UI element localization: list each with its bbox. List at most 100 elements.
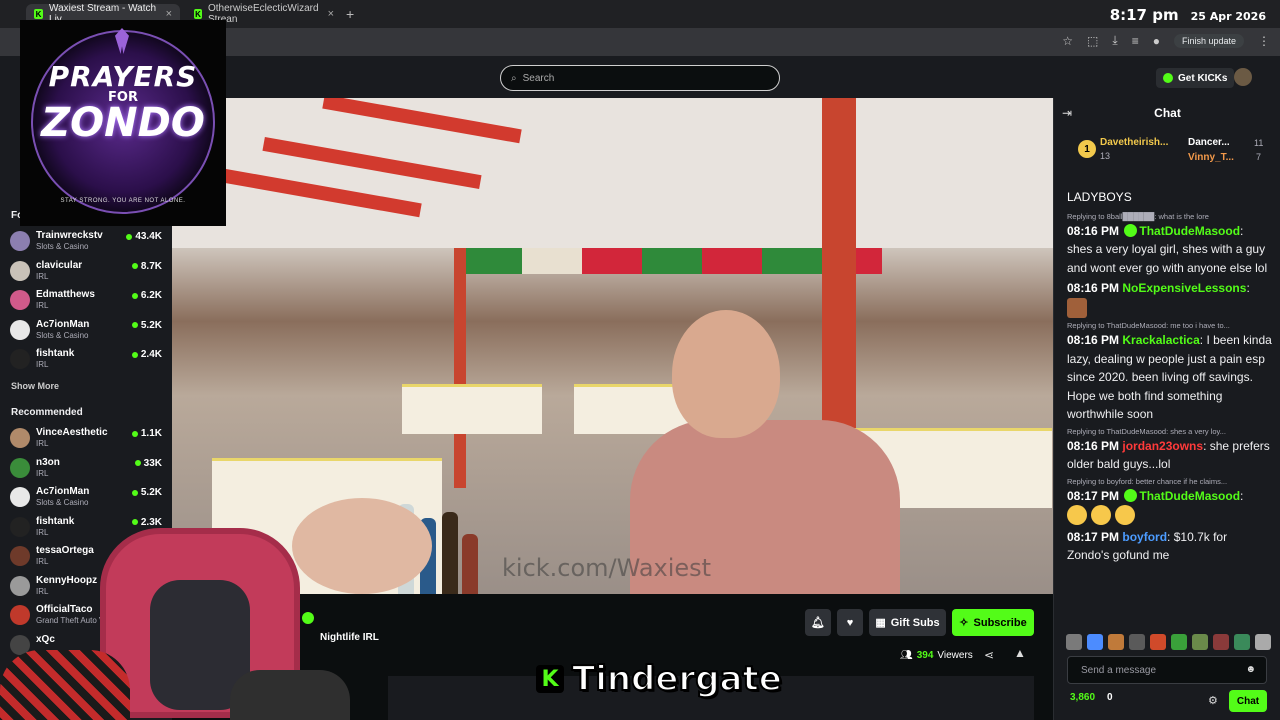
sidebar-channel-item[interactable]: VinceAesthetic IRL 1.1K bbox=[10, 426, 162, 452]
video-decor bbox=[454, 248, 466, 488]
channel-points[interactable]: 3,860 bbox=[1070, 692, 1095, 703]
sidebar-channel-item[interactable]: Ac7ionMan Slots & Casino 5.2K bbox=[10, 485, 162, 511]
video-decor bbox=[672, 310, 780, 438]
chat-username[interactable]: NoExpensiveLessons bbox=[1122, 281, 1246, 295]
stream-caption: K Tindergate bbox=[536, 658, 783, 700]
gifter-count: 13 bbox=[1100, 151, 1111, 161]
sidebar-channel-item[interactable]: fishtank IRL 2.4K bbox=[10, 347, 162, 373]
menu-kebab-icon[interactable]: ⋮ bbox=[1258, 34, 1270, 48]
gifter-count: 11 bbox=[1254, 138, 1264, 148]
chat-message: Replying to ThatDudeMasood: me too i hav… bbox=[1067, 321, 1272, 421]
gifter-name[interactable]: Dancer... bbox=[1188, 137, 1230, 148]
gift-icon: ▦ bbox=[875, 617, 886, 629]
star-icon: ✧ bbox=[959, 617, 969, 629]
profile-icon[interactable]: ● bbox=[1153, 34, 1160, 48]
channel-name: fishtank bbox=[36, 348, 75, 359]
recommended-heading: Recommended bbox=[11, 407, 83, 418]
download-icon[interactable]: ⤓ bbox=[1112, 33, 1117, 48]
gifter-name[interactable]: Vinny_T... bbox=[1188, 152, 1234, 163]
notifications-bell-button[interactable]: 🔔︎ bbox=[805, 609, 831, 636]
message-time: 08:16 PM bbox=[1067, 281, 1120, 295]
close-tab-icon[interactable]: × bbox=[166, 8, 172, 20]
search-input[interactable]: ⌕ Search bbox=[500, 65, 780, 91]
video-person bbox=[630, 310, 900, 594]
sidebar-channel-item[interactable]: clavicular IRL 8.7K bbox=[10, 259, 162, 285]
gifter-name[interactable]: Davetheirish... bbox=[1100, 137, 1168, 148]
chat-username[interactable]: ThatDudeMasood bbox=[1139, 489, 1240, 503]
extensions-icon[interactable]: ⬚ bbox=[1087, 34, 1098, 48]
chat-username[interactable]: boyford bbox=[1122, 530, 1167, 544]
close-tab-icon[interactable]: × bbox=[328, 8, 334, 20]
plaid-shirt bbox=[0, 650, 130, 720]
kicks-coin-icon bbox=[1163, 73, 1173, 83]
caption-text: Tindergate bbox=[571, 658, 783, 700]
kicks-balance[interactable]: 0 bbox=[1107, 692, 1113, 703]
get-kicks-button[interactable]: Get KICKs bbox=[1156, 68, 1235, 88]
send-message-placeholder: Send a message bbox=[1081, 664, 1157, 676]
laughing-emote-icon bbox=[1115, 505, 1135, 525]
channel-category: IRL bbox=[36, 301, 49, 310]
emote-bar bbox=[1066, 634, 1271, 650]
browser-toolbar: ☆ ⬚ ⤓ ≡ ● Finish update ⋮ bbox=[1062, 33, 1270, 48]
reply-context: Replying to 8ball██████: what is the lor… bbox=[1067, 211, 1209, 221]
streamer-webcam bbox=[0, 520, 360, 720]
message-time: 08:17 PM bbox=[1067, 529, 1120, 544]
channel-name: Trainwreckstv bbox=[36, 230, 103, 241]
user-avatar[interactable] bbox=[1234, 68, 1252, 86]
chat-message: Replying to 8ball██████: what is the lor… bbox=[1067, 211, 1272, 278]
chat-username[interactable]: ThatDudeMasood bbox=[1139, 224, 1240, 238]
channel-viewers: 1.1K bbox=[132, 428, 162, 439]
gift-subs-button[interactable]: ▦ Gift Subs bbox=[869, 609, 946, 636]
sidebar-channel-item[interactable]: Edmatthews IRL 6.2K bbox=[10, 288, 162, 314]
channel-avatar bbox=[10, 457, 30, 478]
message-time: 08:16 PM bbox=[1067, 438, 1120, 453]
sidebar-channel-item[interactable]: Ac7ionMan Slots & Casino 5.2K bbox=[10, 318, 162, 344]
message-text: shes a very loyal girl, shes with a guy … bbox=[1067, 242, 1268, 275]
finish-update-button[interactable]: Finish update bbox=[1173, 33, 1244, 48]
chat-message: Replying to ThatDudeMasood: shes a very … bbox=[1067, 426, 1272, 474]
rank-1-badge: 1 bbox=[1078, 140, 1096, 158]
bookmark-star-icon[interactable]: ☆ bbox=[1062, 34, 1073, 48]
kick-favicon-icon: K bbox=[194, 9, 202, 19]
get-kicks-label: Get KICKs bbox=[1178, 72, 1228, 84]
pinned-message: LADYBOYS bbox=[1067, 190, 1132, 204]
kick-logo-icon: K bbox=[536, 665, 564, 693]
follow-heart-button[interactable]: ♥ bbox=[837, 609, 863, 636]
gear-icon[interactable]: ⚙ bbox=[1208, 694, 1218, 707]
search-icon: ⌕ bbox=[511, 72, 517, 84]
subscribe-button[interactable]: ✧ Subscribe bbox=[952, 609, 1034, 636]
channel-viewers: 43.4K bbox=[126, 231, 162, 242]
laughing-emote-icon bbox=[1091, 505, 1111, 525]
viewer-count: 👥︎ 394 Viewers bbox=[900, 650, 973, 661]
show-more-button[interactable]: Show More bbox=[11, 381, 59, 391]
chat-username[interactable]: jordan23owns bbox=[1122, 439, 1203, 453]
channel-viewers: 2.4K bbox=[132, 349, 162, 360]
media-icon[interactable]: ≡ bbox=[1132, 34, 1139, 48]
channel-category: Slots & Casino bbox=[36, 498, 89, 507]
new-tab-button[interactable]: + bbox=[346, 6, 354, 22]
sidebar-channel-item[interactable]: Trainwreckstv Slots & Casino 43.4K bbox=[10, 229, 162, 255]
send-message-input[interactable]: Send a message ☻ bbox=[1067, 656, 1267, 684]
video-awning bbox=[462, 248, 882, 274]
video-decor bbox=[402, 384, 542, 434]
gift-subs-label: Gift Subs bbox=[890, 616, 940, 629]
chat-username[interactable]: Krackalactica bbox=[1122, 333, 1199, 347]
share-icon[interactable]: ⋖ bbox=[984, 648, 994, 662]
report-icon[interactable]: ▲ bbox=[1014, 646, 1026, 660]
gifter-count: 7 bbox=[1256, 152, 1262, 162]
channel-avatar bbox=[10, 428, 30, 448]
heart-icon: ♥ bbox=[846, 616, 854, 629]
channel-avatar bbox=[10, 231, 30, 251]
channel-name: Ac7ionMan bbox=[36, 486, 90, 497]
clock-date: 25 Apr 2026 bbox=[1190, 10, 1266, 23]
verified-badge-icon bbox=[1124, 223, 1138, 237]
emote-icon bbox=[1067, 297, 1087, 318]
emoji-icon[interactable]: ☻ bbox=[1245, 664, 1256, 675]
channel-avatar bbox=[10, 260, 30, 281]
tab-search-icon[interactable] bbox=[4, 4, 20, 24]
chat-send-button[interactable]: Chat bbox=[1229, 690, 1267, 712]
channel-viewers: 5.2K bbox=[132, 487, 162, 498]
subscribe-label: Subscribe bbox=[973, 616, 1027, 629]
logo-tagline: STAY STRONG. YOU ARE NOT ALONE. bbox=[60, 198, 186, 204]
sidebar-channel-item[interactable]: n3on IRL 33K bbox=[10, 456, 162, 482]
